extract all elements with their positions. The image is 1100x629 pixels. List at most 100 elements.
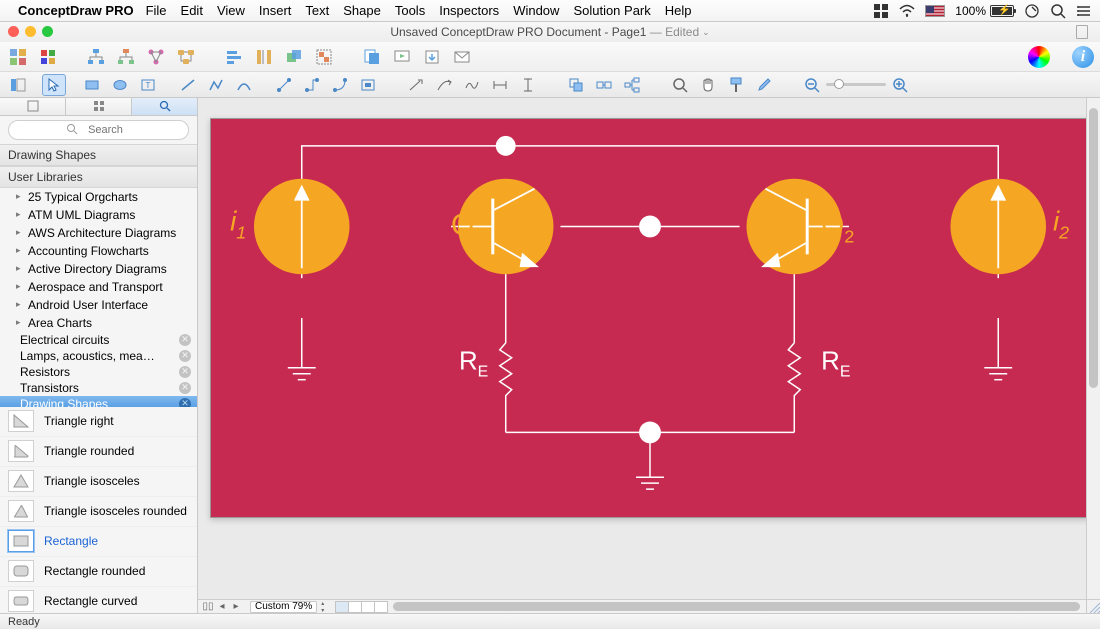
shape-item[interactable]: Triangle right bbox=[0, 407, 197, 437]
eyedropper-tool[interactable] bbox=[752, 74, 776, 96]
sidebar-tab-grid[interactable] bbox=[66, 98, 132, 115]
lib-item[interactable]: ▸ATM UML Diagrams bbox=[0, 206, 197, 224]
window-zoom-button[interactable] bbox=[42, 26, 53, 37]
menu-extras-icon[interactable] bbox=[1076, 3, 1092, 19]
page-next-button[interactable]: ▸ bbox=[230, 601, 242, 613]
zoom-in-icon[interactable] bbox=[892, 77, 908, 93]
pointer-tool[interactable] bbox=[42, 74, 66, 96]
curve-tool[interactable] bbox=[232, 74, 256, 96]
zoom-tool[interactable] bbox=[668, 74, 692, 96]
shape-item[interactable]: Triangle isosceles bbox=[0, 467, 197, 497]
lib-item[interactable]: ▸Active Directory Diagrams bbox=[0, 260, 197, 278]
zoom-slider[interactable] bbox=[804, 77, 908, 93]
title-dropdown-icon[interactable]: ⌄ bbox=[702, 27, 710, 38]
section-drawing-shapes[interactable]: Drawing Shapes bbox=[0, 144, 197, 166]
window-minimize-button[interactable] bbox=[25, 26, 36, 37]
resize-corner[interactable] bbox=[1086, 599, 1100, 613]
connector-direct-tool[interactable] bbox=[272, 74, 296, 96]
lib-item[interactable]: ▸25 Typical Orgcharts bbox=[0, 188, 197, 206]
menu-file[interactable]: File bbox=[146, 3, 167, 18]
menu-inspectors[interactable]: Inspectors bbox=[439, 3, 499, 18]
close-lib-icon[interactable]: ✕ bbox=[179, 366, 191, 378]
clock-skip-icon[interactable] bbox=[1024, 3, 1040, 19]
close-lib-icon[interactable]: ✕ bbox=[179, 382, 191, 394]
page-prev-button[interactable]: ◂ bbox=[216, 601, 228, 613]
rect-tool[interactable] bbox=[80, 74, 104, 96]
shape-item[interactable]: Triangle rounded bbox=[0, 437, 197, 467]
spotlight-icon[interactable] bbox=[1050, 3, 1066, 19]
menu-window[interactable]: Window bbox=[513, 3, 559, 18]
text-tool[interactable]: T bbox=[136, 74, 160, 96]
shape-item[interactable]: Rectangle rounded bbox=[0, 557, 197, 587]
network-chart-button[interactable] bbox=[144, 46, 168, 68]
close-lib-icon[interactable]: ✕ bbox=[179, 334, 191, 346]
drawing-page[interactable]: i1 i2 Q1 Q2 RE RE bbox=[210, 118, 1086, 518]
menu-view[interactable]: View bbox=[217, 3, 245, 18]
shape-item[interactable]: Rectangle curved bbox=[0, 587, 197, 613]
info-button[interactable]: i bbox=[1072, 46, 1094, 68]
connector-smart-tool[interactable] bbox=[300, 74, 324, 96]
export-button[interactable] bbox=[420, 46, 444, 68]
menu-insert[interactable]: Insert bbox=[259, 3, 292, 18]
shape-item[interactable]: Triangle isosceles rounded bbox=[0, 497, 197, 527]
polyline-tool[interactable] bbox=[204, 74, 228, 96]
document-proxy-icon[interactable] bbox=[1076, 25, 1088, 39]
canvas-viewport[interactable]: i1 i2 Q1 Q2 RE RE bbox=[198, 98, 1086, 599]
app-name[interactable]: ConceptDraw PRO bbox=[18, 3, 134, 18]
close-lib-icon[interactable]: ✕ bbox=[179, 350, 191, 362]
lib-item[interactable]: ▸Aerospace and Transport bbox=[0, 278, 197, 296]
arrow-spline-tool[interactable] bbox=[460, 74, 484, 96]
open-lib-item[interactable]: Transistors✕ bbox=[0, 380, 197, 396]
palette-button[interactable] bbox=[36, 46, 60, 68]
dimension-v-tool[interactable] bbox=[516, 74, 540, 96]
chain-tool[interactable] bbox=[592, 74, 616, 96]
lib-item[interactable]: ▸Area Charts bbox=[0, 314, 197, 332]
lib-item[interactable]: ▸Android User Interface bbox=[0, 296, 197, 314]
tree-chart-button[interactable] bbox=[84, 46, 108, 68]
connector-round-tool[interactable] bbox=[328, 74, 352, 96]
horizontal-scrollbar[interactable]: ▯▯ ◂ ▸ Custom 79% ▴▾ bbox=[198, 599, 1086, 613]
wifi-icon[interactable] bbox=[899, 3, 915, 19]
lib-item[interactable]: ▸AWS Architecture Diagrams bbox=[0, 224, 197, 242]
line-tool[interactable] bbox=[176, 74, 200, 96]
align-button[interactable] bbox=[222, 46, 246, 68]
menu-text[interactable]: Text bbox=[305, 3, 329, 18]
arrow-line-tool[interactable] bbox=[404, 74, 428, 96]
stamp-tool[interactable] bbox=[356, 74, 380, 96]
menu-help[interactable]: Help bbox=[665, 3, 692, 18]
library-search-input[interactable] bbox=[8, 120, 189, 140]
org-chart-button[interactable] bbox=[114, 46, 138, 68]
open-lib-item-selected[interactable]: Drawing Shapes✕ bbox=[0, 396, 197, 407]
presentation-button[interactable] bbox=[390, 46, 414, 68]
lib-item[interactable]: ▸Accounting Flowcharts bbox=[0, 242, 197, 260]
arrange-button[interactable] bbox=[282, 46, 306, 68]
menu-solutionpark[interactable]: Solution Park bbox=[573, 3, 650, 18]
hypernote-button[interactable] bbox=[360, 46, 384, 68]
panel-toggle-button[interactable] bbox=[6, 74, 30, 96]
dimension-h-tool[interactable] bbox=[488, 74, 512, 96]
menu-tools[interactable]: Tools bbox=[395, 3, 425, 18]
input-source-flag[interactable] bbox=[925, 5, 945, 17]
menu-edit[interactable]: Edit bbox=[181, 3, 203, 18]
distribute-button[interactable] bbox=[252, 46, 276, 68]
clone-tool[interactable] bbox=[564, 74, 588, 96]
sidebar-tab-search[interactable] bbox=[132, 98, 197, 115]
sidebar-tab-libraries[interactable] bbox=[0, 98, 66, 115]
mail-button[interactable] bbox=[450, 46, 474, 68]
flow-chart-button[interactable] bbox=[174, 46, 198, 68]
page-tab[interactable] bbox=[361, 601, 375, 613]
battery-status[interactable]: 100% ⚡ bbox=[955, 4, 1014, 18]
zoom-select[interactable]: Custom 79% bbox=[250, 601, 317, 613]
shape-item-selected[interactable]: Rectangle bbox=[0, 527, 197, 557]
arrow-arc-tool[interactable] bbox=[432, 74, 456, 96]
open-lib-item[interactable]: Electrical circuits✕ bbox=[0, 332, 197, 348]
color-picker-button[interactable] bbox=[1028, 46, 1050, 68]
dashboard-icon[interactable] bbox=[873, 3, 889, 19]
libraries-toggle-button[interactable] bbox=[6, 46, 30, 68]
zoom-stepper[interactable]: ▴▾ bbox=[321, 601, 331, 613]
menu-shape[interactable]: Shape bbox=[343, 3, 381, 18]
vertical-scrollbar[interactable] bbox=[1086, 98, 1100, 599]
window-close-button[interactable] bbox=[8, 26, 19, 37]
zoom-out-icon[interactable] bbox=[804, 77, 820, 93]
open-lib-item[interactable]: Lamps, acoustics, mea…✕ bbox=[0, 348, 197, 364]
